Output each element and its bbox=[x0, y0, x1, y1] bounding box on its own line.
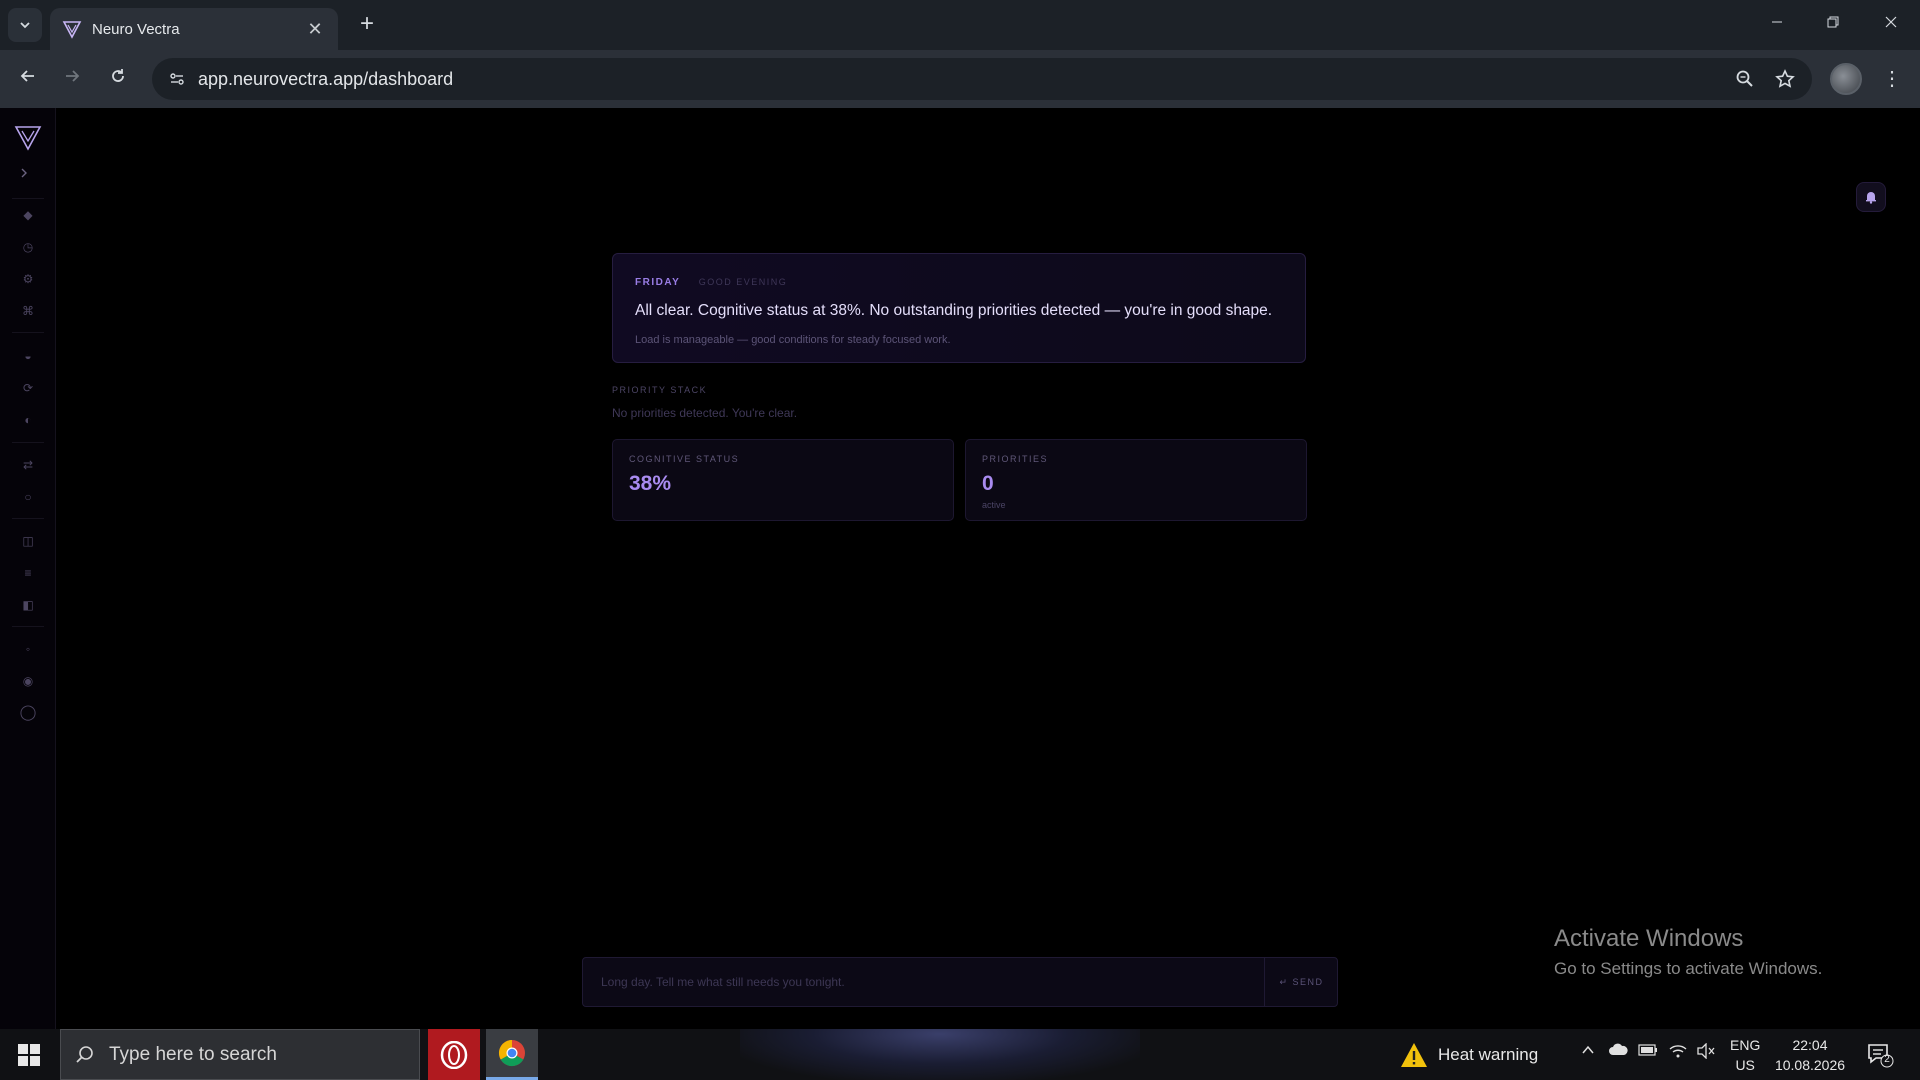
priority-stack-label: PRIORITY STACK bbox=[612, 385, 708, 395]
clock-time: 22:04 bbox=[1792, 1037, 1828, 1053]
nav-icon-4[interactable]: ⌘ bbox=[18, 301, 38, 321]
nav-icon-5[interactable]: ◒ bbox=[18, 346, 38, 366]
restore-icon[interactable] bbox=[1810, 8, 1856, 40]
nav-icon-6[interactable]: ⟳ bbox=[18, 378, 38, 398]
opera-app-icon[interactable] bbox=[428, 1029, 480, 1080]
logo-icon[interactable] bbox=[14, 124, 42, 152]
minimize-icon[interactable] bbox=[1754, 8, 1800, 40]
neuro-vectra-favicon bbox=[62, 21, 82, 39]
sidebar-divider bbox=[12, 518, 44, 519]
site-info-icon[interactable] bbox=[162, 64, 192, 94]
browser-toolbar: app.neurovectra.app/dashboard ⋮ bbox=[0, 50, 1920, 108]
sidebar: ◆ ◷ ⚙ ⌘ ◒ ⟳ ◐ ⇄ ○ ◫ ≡ ◧ ◦ ◉ ◯ bbox=[0, 108, 56, 1029]
language-code: ENG bbox=[1730, 1037, 1761, 1053]
tray-overflow-icon[interactable] bbox=[1576, 1043, 1600, 1062]
chrome-app-icon[interactable] bbox=[486, 1029, 538, 1080]
address-bar[interactable]: app.neurovectra.app/dashboard bbox=[152, 58, 1812, 100]
menu-icon[interactable]: ⋮ bbox=[1880, 63, 1904, 95]
nav-icon-7[interactable]: ◐ bbox=[18, 410, 38, 430]
priorities-sub: active bbox=[982, 500, 1006, 510]
onedrive-icon[interactable] bbox=[1606, 1043, 1630, 1062]
nav-icon-3[interactable]: ⚙ bbox=[18, 269, 38, 289]
url-text[interactable]: app.neurovectra.app/dashboard bbox=[198, 69, 453, 90]
priority-stack-empty: No priorities detected. You're clear. bbox=[612, 406, 798, 420]
nav-icon-15[interactable]: ◯ bbox=[18, 703, 38, 723]
weather-widget[interactable]: Heat warning bbox=[1400, 1042, 1538, 1068]
windows-taskbar: Type here to search Heat warning ENG US … bbox=[0, 1029, 1920, 1080]
sidebar-divider bbox=[12, 198, 44, 199]
activate-subtitle: Go to Settings to activate Windows. bbox=[1554, 959, 1823, 978]
taskbar-search-box[interactable]: Type here to search bbox=[60, 1029, 420, 1080]
browser-tab-bar: Neuro Vectra ✕ + bbox=[0, 0, 1920, 50]
bookmark-star-icon[interactable] bbox=[1772, 66, 1798, 92]
taskbar-wallpaper-glow bbox=[740, 1029, 1140, 1080]
priorities-value: 0 bbox=[982, 472, 994, 495]
search-icon bbox=[76, 1045, 93, 1063]
battery-icon[interactable] bbox=[1636, 1043, 1660, 1061]
daily-briefing-card: FRIDAY GOOD EVENING All clear. Cognitive… bbox=[612, 253, 1306, 363]
expand-icon[interactable] bbox=[18, 166, 30, 182]
zoom-icon[interactable] bbox=[1732, 66, 1758, 92]
cognitive-status-value: 38% bbox=[629, 472, 672, 495]
weather-text: Heat warning bbox=[1438, 1045, 1539, 1064]
forward-icon[interactable] bbox=[56, 63, 88, 95]
tab-close-icon[interactable]: ✕ bbox=[304, 19, 326, 40]
tab-title: Neuro Vectra bbox=[92, 20, 180, 38]
sidebar-divider bbox=[12, 626, 44, 627]
briefing-subtext: Load is manageable — good conditions for… bbox=[635, 334, 951, 346]
nav-icon-14[interactable]: ◉ bbox=[18, 671, 38, 691]
nav-icon-11[interactable]: ≡ bbox=[18, 563, 38, 583]
nav-icon-1[interactable]: ◆ bbox=[18, 205, 38, 225]
chat-input[interactable] bbox=[583, 958, 1263, 1006]
day-label: FRIDAY bbox=[635, 277, 681, 288]
notification-bell-icon[interactable] bbox=[1856, 182, 1886, 212]
activate-title: Activate Windows bbox=[1554, 925, 1744, 952]
app-viewport: ◆ ◷ ⚙ ⌘ ◒ ⟳ ◐ ⇄ ○ ◫ ≡ ◧ ◦ ◉ ◯ FRIDAY GOO… bbox=[0, 108, 1920, 1029]
nav-icon-8[interactable]: ⇄ bbox=[18, 455, 38, 475]
reload-icon[interactable] bbox=[102, 63, 134, 95]
chat-bar: ↵ SEND bbox=[582, 957, 1338, 1007]
send-button[interactable]: ↵ SEND bbox=[1264, 958, 1338, 1006]
new-tab-button[interactable]: + bbox=[352, 10, 382, 40]
warning-icon bbox=[1401, 1043, 1427, 1067]
nav-icon-10[interactable]: ◫ bbox=[18, 531, 38, 551]
nav-icon-13[interactable]: ◦ bbox=[18, 639, 38, 659]
card-label: PRIORITIES bbox=[982, 454, 1049, 464]
sidebar-divider bbox=[12, 332, 44, 333]
card-label: COGNITIVE STATUS bbox=[629, 454, 740, 464]
wifi-icon[interactable] bbox=[1666, 1043, 1690, 1064]
priorities-card[interactable]: PRIORITIES 0 active bbox=[965, 439, 1307, 521]
profile-avatar[interactable] bbox=[1830, 63, 1862, 95]
back-icon[interactable] bbox=[12, 63, 44, 95]
window-close-icon[interactable] bbox=[1868, 8, 1914, 40]
tab-search-icon[interactable] bbox=[8, 8, 42, 42]
nav-icon-12[interactable]: ◧ bbox=[18, 595, 38, 615]
greeting-label: GOOD EVENING bbox=[698, 277, 788, 287]
nav-icon-9[interactable]: ○ bbox=[18, 487, 38, 507]
volume-muted-icon[interactable] bbox=[1694, 1042, 1718, 1064]
briefing-message: All clear. Cognitive status at 38%. No o… bbox=[635, 302, 1273, 319]
browser-tab[interactable]: Neuro Vectra ✕ bbox=[50, 8, 338, 50]
clock-date: 10.08.2026 bbox=[1774, 1057, 1846, 1073]
language-indicator[interactable]: ENG US bbox=[1730, 1035, 1760, 1075]
activate-windows-watermark: Activate Windows Go to Settings to activ… bbox=[1554, 925, 1822, 979]
cognitive-status-card[interactable]: COGNITIVE STATUS 38% bbox=[612, 439, 954, 521]
nav-icon-2[interactable]: ◷ bbox=[18, 237, 38, 257]
region-code: US bbox=[1735, 1057, 1755, 1073]
taskbar-search-placeholder: Type here to search bbox=[109, 1043, 277, 1065]
notification-count: 2 bbox=[1884, 1054, 1890, 1065]
notification-center-icon[interactable]: 2 bbox=[1866, 1041, 1894, 1069]
sidebar-divider bbox=[12, 442, 44, 443]
taskbar-clock[interactable]: 22:04 10.08.2026 bbox=[1772, 1035, 1848, 1075]
windows-start-icon[interactable] bbox=[18, 1044, 40, 1066]
